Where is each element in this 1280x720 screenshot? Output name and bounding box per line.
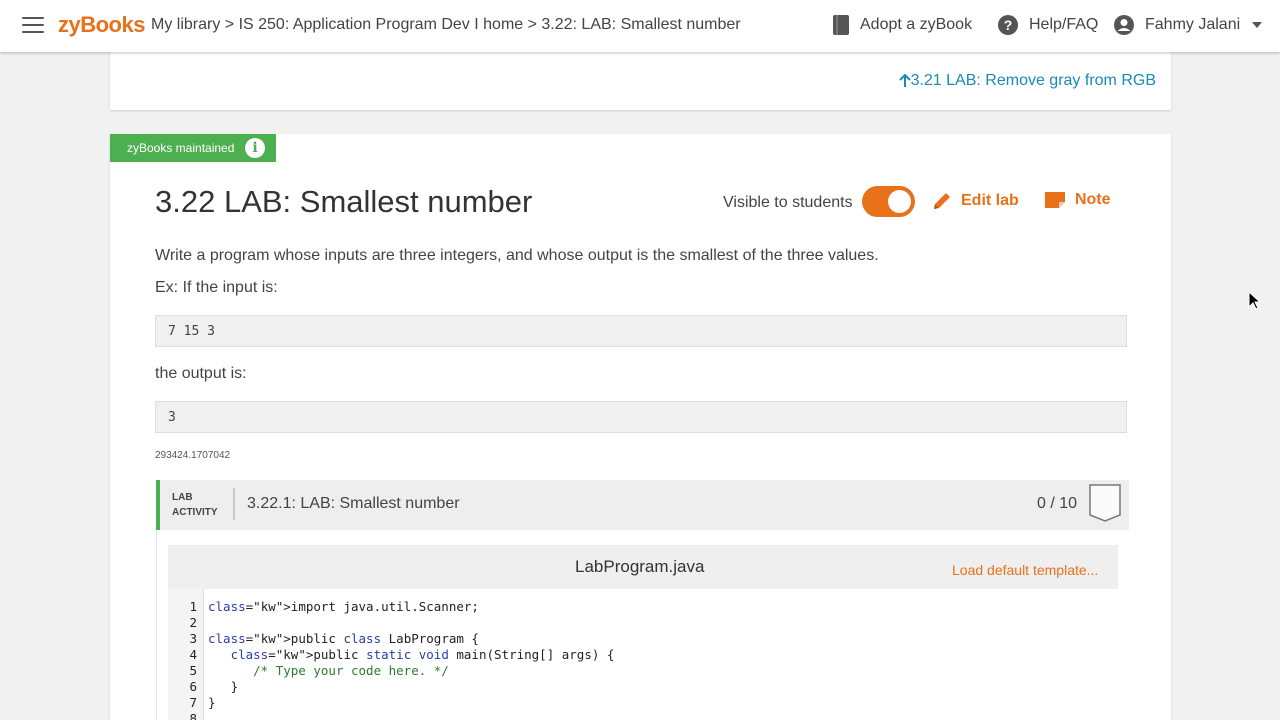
line-number: 5 [189,663,197,678]
account-icon [1114,15,1134,35]
adopt-label: Adopt a zyBook [860,16,973,33]
file-name: LabProgram.java [575,557,705,576]
note-icon [1045,192,1065,208]
load-default-template-link[interactable]: Load default template... [952,562,1098,578]
code-line[interactable]: class="kw">import java.util.Scanner; [208,599,479,615]
line-number: 2 [189,615,197,630]
adopt-zybook-button[interactable]: Adopt a zyBook [832,14,972,36]
previous-section-label: 3.21 LAB: Remove gray from RGB [910,72,1156,89]
code-line[interactable]: } [208,695,216,711]
lab-activity-bar: LAB ACTIVITY 3.22.1: LAB: Smallest numbe… [156,480,1129,530]
previous-section-card: 3.21 LAB: Remove gray from RGB [110,52,1171,110]
user-name: Fahmy Jalani [1145,16,1241,33]
example-output-label: the output is: [155,365,247,382]
lab-section-card: zyBooks maintained i 3.22 LAB: Smallest … [110,134,1171,720]
toggle-knob [888,190,911,213]
code-editor-panel: LabProgram.java Load default template...… [156,530,1129,720]
book-icon [833,15,849,35]
code-line[interactable]: } [208,679,239,695]
completion-bookmark-icon [1089,484,1121,522]
edit-lab-label: Edit lab [961,192,1019,209]
previous-section-link[interactable]: 3.21 LAB: Remove gray from RGB [898,72,1156,90]
note-button[interactable]: Note [1044,191,1111,209]
chevron-down-icon [1252,22,1263,28]
code-line[interactable]: class="kw">public static void main(Strin… [208,647,615,663]
lab-activity-name: 3.22.1: LAB: Smallest number [247,495,460,512]
example-input-box: 7 15 3 [155,315,1127,347]
mouse-cursor-icon [1248,291,1262,310]
line-number: 4 [189,647,197,662]
lab-score: 0 / 10 [1037,495,1078,512]
line-number: 7 [189,695,197,710]
line-number: 1 [189,599,197,614]
lab-divider [233,488,235,520]
line-number: 6 [189,679,197,694]
line-number: 3 [189,631,197,646]
help-faq-button[interactable]: ? Help/FAQ [997,14,1098,36]
lab-activity-tag: LAB ACTIVITY [172,490,218,520]
lab-tag-line2: ACTIVITY [172,507,218,518]
user-menu[interactable]: Fahmy Jalani [1113,14,1263,36]
edit-lab-button[interactable]: Edit lab [932,191,1019,211]
example-output-box: 3 [155,401,1127,433]
page-title: 3.22 LAB: Smallest number [155,184,533,219]
section-id-code: 293424.1707042 [155,450,231,461]
visible-toggle[interactable] [862,186,915,217]
info-icon[interactable]: i [245,138,265,158]
lab-description: Write a program whose inputs are three i… [155,247,879,264]
code-line[interactable]: class="kw">public class LabProgram { [208,631,479,647]
code-line[interactable]: /* Type your code here. */ [208,663,449,679]
visible-to-students-label: Visible to students [723,194,853,211]
note-label: Note [1075,191,1111,208]
top-bar: zyBooks My library > IS 250: Application… [0,0,1280,52]
zybooks-logo[interactable]: zyBooks [58,12,145,38]
line-number: 8 [189,711,197,720]
pencil-icon [934,193,950,209]
breadcrumb[interactable]: My library > IS 250: Application Program… [151,16,741,34]
help-icon: ? [998,15,1018,35]
svg-text:?: ? [1004,17,1013,33]
maintained-label: zyBooks maintained [127,141,235,155]
code-editor[interactable]: 1 class="kw">import java.util.Scanner; 2 3 c… [168,589,1118,720]
example-input-label: Ex: If the input is: [155,279,278,296]
lab-tag-line1: LAB [172,492,193,503]
help-label: Help/FAQ [1029,16,1099,33]
hamburger-menu-icon[interactable] [22,17,44,35]
maintained-badge: zyBooks maintained i [110,134,276,162]
editor-header: LabProgram.java Load default template... [168,545,1118,589]
arrow-up-icon [898,74,911,87]
